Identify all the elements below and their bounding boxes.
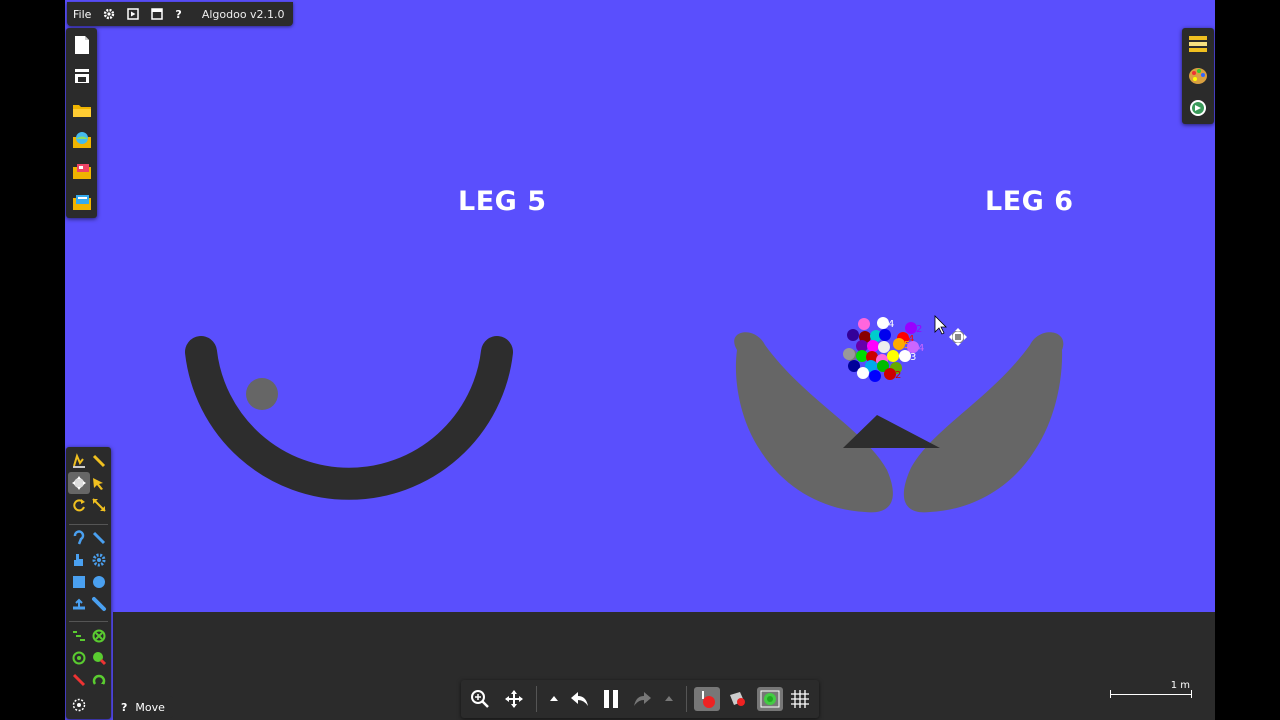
gravity-icon[interactable] [694, 687, 720, 711]
ball[interactable] [857, 367, 869, 379]
sketch-tool-icon[interactable] [68, 450, 90, 472]
file-menu[interactable]: File [67, 2, 97, 26]
air-friction-icon[interactable] [726, 688, 748, 710]
ball[interactable] [879, 329, 891, 341]
file-toolbar [66, 28, 97, 218]
fixate-tool-icon[interactable] [88, 625, 110, 647]
ball-number-label: 2 [916, 324, 922, 335]
rotate-tool-icon[interactable] [68, 494, 90, 516]
scale-tool-icon[interactable] [88, 494, 110, 516]
right-flipper[interactable] [903, 332, 1064, 513]
open-folder-icon[interactable] [71, 99, 93, 121]
help-icon[interactable]: ? [169, 2, 187, 26]
expand-up-icon[interactable] [543, 688, 565, 710]
knife-tool-icon[interactable] [88, 527, 110, 549]
move-tool-icon[interactable] [68, 472, 90, 494]
pause-icon[interactable] [600, 688, 622, 710]
ball[interactable] [878, 341, 890, 353]
new-scene-icon[interactable] [71, 34, 93, 56]
ball[interactable] [843, 348, 855, 360]
online-browser-icon[interactable] [71, 129, 93, 151]
zoom-icon[interactable] [469, 688, 491, 710]
plane-tool-icon[interactable] [68, 593, 90, 615]
leg6-label: LEG 6 [985, 186, 1074, 217]
ball-number-label: 4 [888, 319, 894, 330]
ball[interactable] [847, 329, 859, 341]
ball[interactable] [869, 370, 881, 382]
hand-tool-icon[interactable] [68, 549, 90, 571]
layers-icon[interactable] [1187, 33, 1209, 55]
ball[interactable] [867, 340, 879, 352]
tool-tooltip: ? Move [113, 696, 173, 718]
help-question-icon: ? [121, 700, 128, 714]
tooltip-text: Move [135, 700, 165, 714]
mouse-cursor-icon [934, 315, 947, 335]
palette-icon[interactable] [1187, 65, 1209, 87]
window-icon[interactable] [145, 2, 169, 26]
bowl-shape[interactable] [185, 336, 513, 500]
chain-tool-icon[interactable] [88, 593, 110, 615]
spring-tool-icon[interactable] [68, 527, 90, 549]
hinge-tool-icon[interactable] [68, 647, 90, 669]
ball-number-label: 4 [918, 343, 924, 354]
laser-tool-icon[interactable] [68, 669, 90, 691]
scale-label: 1 m [1170, 680, 1190, 691]
arrow-tool-icon[interactable] [88, 472, 110, 494]
gear-tool-icon[interactable] [88, 549, 110, 571]
expand-up-icon-2[interactable] [658, 688, 680, 710]
top-menu-bar: File ? Algodoo v2.1.0 [67, 2, 293, 26]
ball[interactable] [858, 318, 870, 330]
scene-drawing[interactable]: 42454352 [65, 0, 1215, 612]
right-toolbar [1182, 28, 1214, 124]
save-scene-icon[interactable] [71, 191, 93, 213]
spiral-tool-icon[interactable] [68, 694, 90, 716]
circle-tool-icon[interactable] [88, 571, 110, 593]
grid-toggle-icon[interactable] [757, 687, 783, 711]
scene-gallery-icon[interactable] [71, 160, 93, 182]
tool-palette [66, 447, 111, 719]
grid-icon[interactable] [789, 688, 811, 710]
undo-icon[interactable] [569, 688, 591, 710]
ball[interactable] [887, 350, 899, 362]
motor-tool-icon[interactable] [88, 669, 110, 691]
zoom-lens-icon[interactable] [1187, 97, 1209, 119]
scene-canvas[interactable]: 42454352 LEG 5 LEG 6 [65, 0, 1215, 720]
ball-cluster[interactable]: 42454352 [843, 317, 924, 382]
screen-icon[interactable] [121, 2, 145, 26]
pan-icon[interactable] [503, 688, 525, 710]
scale-indicator: 1 m [1110, 680, 1192, 700]
box-tool-icon[interactable] [68, 571, 90, 593]
simulation-toolbar [461, 680, 819, 718]
drag-tool-icon[interactable] [88, 450, 110, 472]
ball-number-label: 2 [895, 370, 901, 381]
leg5-label: LEG 5 [458, 186, 547, 217]
print-icon[interactable] [71, 65, 93, 87]
small-ball[interactable] [246, 378, 278, 410]
move-handle-icon[interactable] [949, 328, 967, 346]
version-label: Algodoo v2.1.0 [201, 7, 285, 21]
gear-icon[interactable] [97, 2, 121, 26]
ball-number-label: 3 [910, 352, 916, 363]
redo-icon[interactable] [631, 688, 653, 710]
center-wedge[interactable] [843, 415, 940, 448]
thruster-tool-icon[interactable] [88, 647, 110, 669]
tracer-tool-icon[interactable] [68, 625, 90, 647]
